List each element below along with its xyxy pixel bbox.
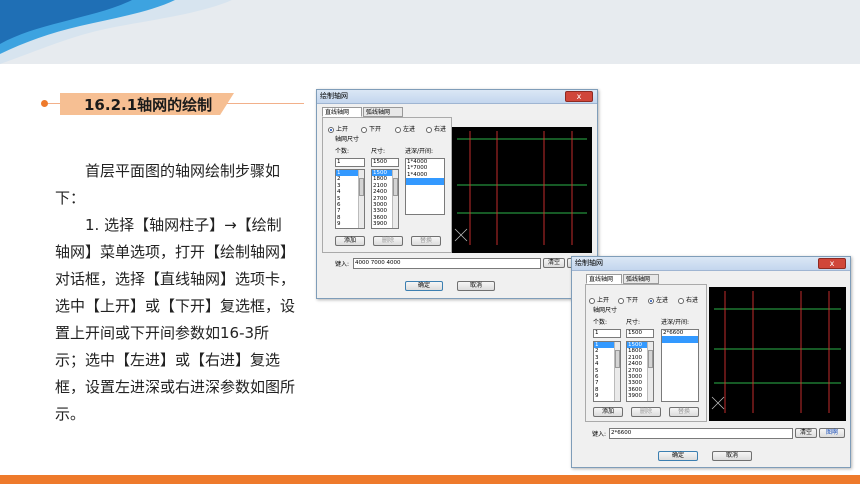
radio-icon bbox=[589, 297, 595, 304]
draw-grid-dialog-2: 绘制轴网 x 直线轴网 弧线轴网 上开 下开 左进 右进 轴网尺寸 个数: 尺寸… bbox=[571, 256, 851, 468]
grid-preview bbox=[452, 127, 592, 253]
scrollbar[interactable] bbox=[614, 342, 620, 401]
count-label: 个数: bbox=[593, 319, 608, 326]
cancel-button[interactable]: 取消 bbox=[712, 451, 752, 461]
radio-left-depth[interactable]: 左进 bbox=[395, 126, 415, 134]
clear-button[interactable]: 清空 bbox=[543, 258, 565, 268]
size-label: 尺寸: bbox=[371, 148, 386, 155]
scroll-thumb[interactable] bbox=[648, 350, 653, 368]
list-item[interactable] bbox=[662, 336, 698, 343]
clear-button[interactable]: 清空 bbox=[795, 428, 817, 438]
scrollbar[interactable] bbox=[392, 170, 398, 228]
footer-bar bbox=[0, 475, 860, 484]
radio-icon bbox=[678, 297, 684, 304]
size-list[interactable]: 1500 1800 2100 2400 2700 3000 3300 3600 … bbox=[371, 169, 399, 229]
ok-button[interactable]: 确定 bbox=[405, 281, 443, 291]
size-input[interactable]: 1500 bbox=[626, 329, 654, 338]
count-list[interactable]: 1 2 3 4 5 6 7 8 9 bbox=[593, 341, 621, 402]
input-label: 键入: bbox=[592, 431, 607, 438]
dialog-title: 绘制轴网 bbox=[320, 92, 348, 100]
ok-button[interactable]: 确定 bbox=[658, 451, 698, 461]
replace-button[interactable]: 替换 bbox=[411, 236, 441, 246]
add-button[interactable]: 添加 bbox=[593, 407, 623, 417]
radio-bottom-open[interactable]: 下开 bbox=[361, 126, 381, 134]
span-label: 进深/开间: bbox=[661, 319, 690, 326]
radio-bottom-open[interactable]: 下开 bbox=[618, 297, 638, 305]
count-input[interactable]: 1 bbox=[335, 158, 365, 167]
size-list[interactable]: 1500 1800 2100 2400 2700 3000 3300 3600 … bbox=[626, 341, 654, 402]
cancel-button[interactable]: 取消 bbox=[457, 281, 495, 291]
delete-button[interactable]: 删除 bbox=[631, 407, 661, 417]
replace-button[interactable]: 替换 bbox=[669, 407, 699, 417]
pick-from-drawing-button[interactable]: 图啊 bbox=[819, 428, 845, 438]
count-label: 个数: bbox=[335, 148, 350, 155]
count-list[interactable]: 1 2 3 4 5 6 7 8 9 bbox=[335, 169, 365, 229]
radio-icon bbox=[395, 126, 401, 133]
dialog-titlebar: 绘制轴网 x bbox=[572, 257, 850, 271]
list-item[interactable] bbox=[406, 178, 444, 185]
span-list[interactable]: 2*6600 bbox=[661, 329, 699, 402]
radio-icon bbox=[618, 297, 624, 304]
radio-icon bbox=[426, 126, 432, 133]
draw-grid-dialog-1: 绘制轴网 x 直线轴网 弧线轴网 上开 下开 左进 右进 轴网尺寸 个数: 尺寸… bbox=[316, 89, 598, 299]
dialog-titlebar: 绘制轴网 x bbox=[317, 90, 597, 104]
scrollbar[interactable] bbox=[647, 342, 653, 401]
size-input[interactable]: 1500 bbox=[371, 158, 399, 167]
group-label: 轴网尺寸 bbox=[593, 307, 618, 314]
radio-icon bbox=[328, 126, 334, 133]
settings-panel: 上开 下开 左进 右进 轴网尺寸 个数: 尺寸: 进深/开间: 1 1500 1… bbox=[322, 117, 452, 253]
section-bullet bbox=[41, 100, 48, 107]
dimension-input[interactable]: 2*6600 bbox=[609, 428, 793, 439]
section-title: 16.2.1轴网的绘制 bbox=[84, 96, 213, 114]
dimension-input[interactable]: 4000 7000 4000 bbox=[353, 258, 541, 269]
span-label: 进深/开间: bbox=[405, 148, 434, 155]
count-input[interactable]: 1 bbox=[593, 329, 621, 338]
scroll-thumb[interactable] bbox=[359, 178, 364, 196]
body-text: 首层平面图的轴网绘制步骤如下： 1. 选择【轴网柱子】→【绘制轴网】菜单选项，打… bbox=[55, 158, 295, 428]
radio-right-depth[interactable]: 右进 bbox=[678, 297, 698, 305]
scrollbar[interactable] bbox=[358, 170, 364, 228]
add-button[interactable]: 添加 bbox=[335, 236, 365, 246]
size-label: 尺寸: bbox=[626, 319, 641, 326]
tab-straight-grid[interactable]: 直线轴网 bbox=[322, 107, 362, 117]
delete-button[interactable]: 删除 bbox=[373, 236, 403, 246]
span-list[interactable]: 1*4000 1*7000 1*4000 bbox=[405, 158, 445, 215]
close-button[interactable]: x bbox=[818, 258, 846, 269]
radio-left-depth[interactable]: 左进 bbox=[648, 297, 668, 305]
radio-icon bbox=[361, 126, 367, 133]
tab-arc-grid[interactable]: 弧线轴网 bbox=[363, 107, 403, 117]
input-label: 键入: bbox=[335, 261, 350, 268]
radio-right-depth[interactable]: 右进 bbox=[426, 126, 446, 134]
tab-straight-grid[interactable]: 直线轴网 bbox=[586, 274, 622, 284]
settings-panel: 上开 下开 左进 右进 轴网尺寸 个数: 尺寸: 进深/开间: 1 1500 2… bbox=[585, 284, 707, 422]
wave-decoration bbox=[0, 0, 232, 64]
tab-arc-grid[interactable]: 弧线轴网 bbox=[623, 274, 659, 284]
grid-preview bbox=[709, 287, 846, 421]
paragraph-step1: 1. 选择【轴网柱子】→【绘制轴网】菜单选项，打开【绘制轴网】对话框，选择【直线… bbox=[55, 216, 296, 423]
dialog-title: 绘制轴网 bbox=[575, 259, 603, 267]
radio-top-open[interactable]: 上开 bbox=[589, 297, 609, 305]
scroll-thumb[interactable] bbox=[393, 178, 398, 196]
paragraph-intro: 首层平面图的轴网绘制步骤如下： bbox=[55, 162, 281, 207]
scroll-thumb[interactable] bbox=[615, 350, 620, 368]
radio-icon bbox=[648, 297, 654, 304]
radio-top-open[interactable]: 上开 bbox=[328, 126, 348, 134]
group-label: 轴网尺寸 bbox=[335, 136, 360, 143]
close-button[interactable]: x bbox=[565, 91, 593, 102]
